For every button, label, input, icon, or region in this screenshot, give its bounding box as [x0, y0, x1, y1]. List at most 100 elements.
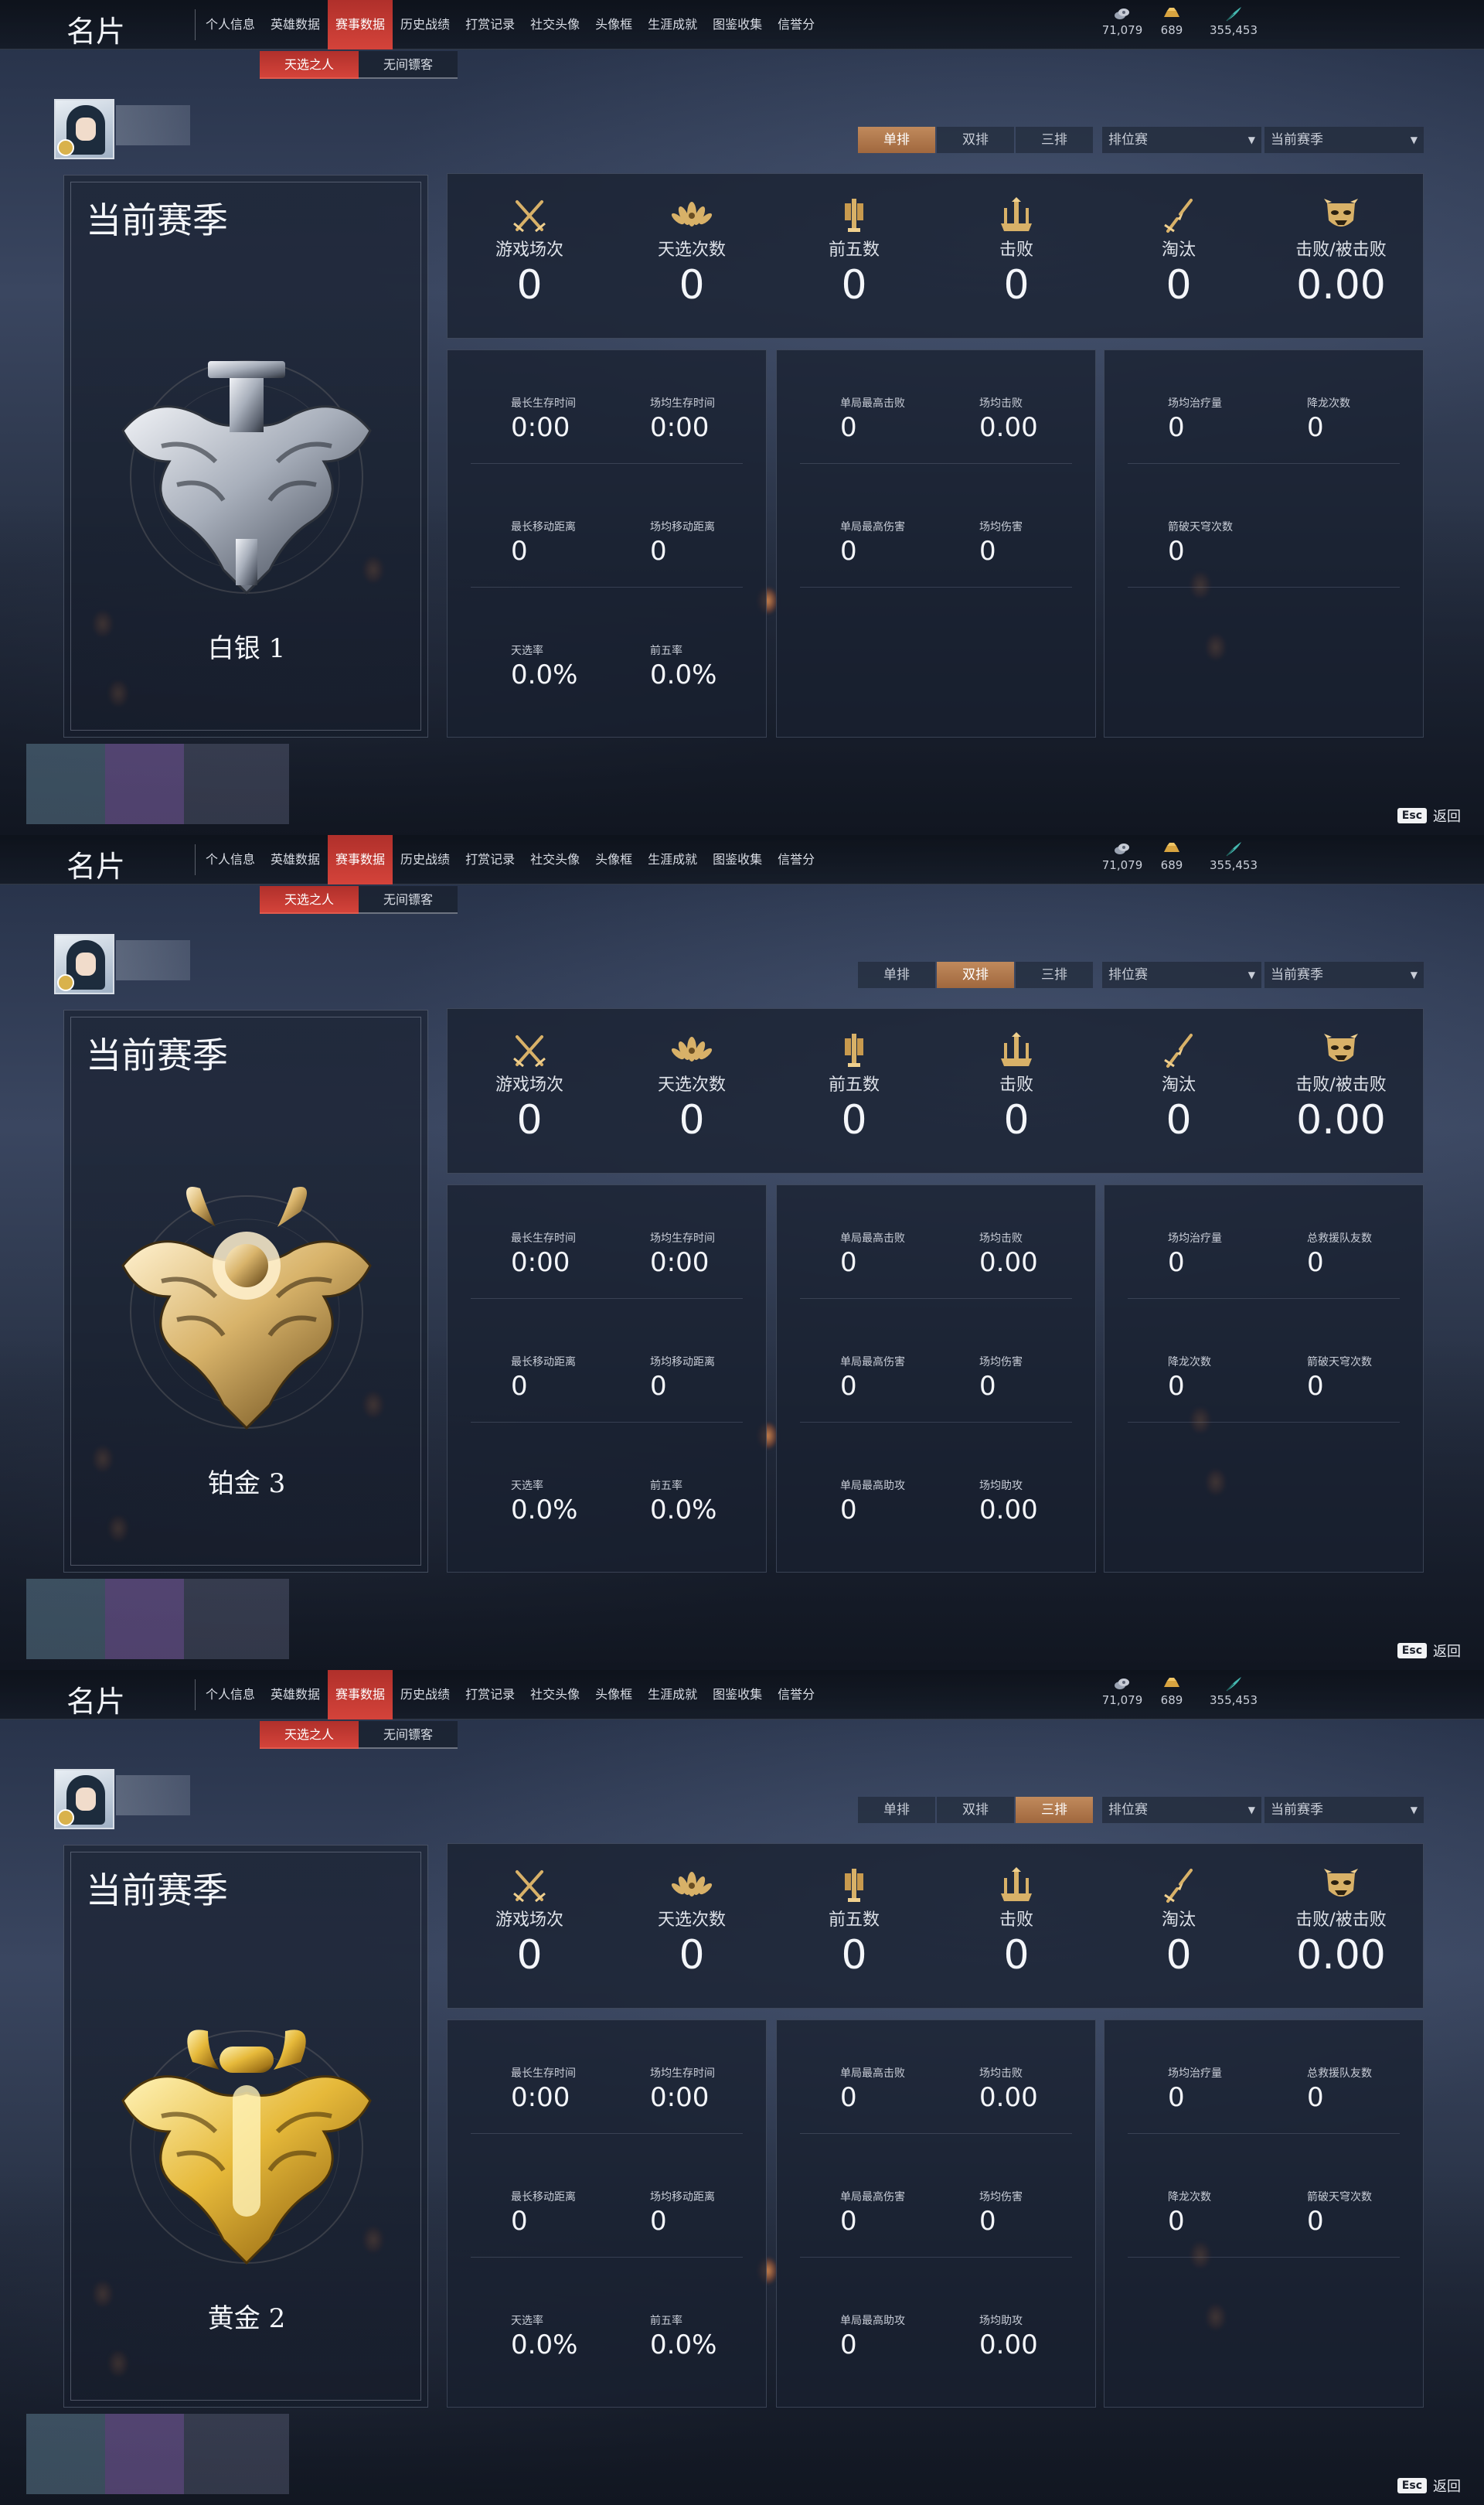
avatar-badge-icon [57, 974, 74, 991]
row-divider [1128, 587, 1400, 588]
detail-stat-value: 0 [1307, 1371, 1324, 1402]
nav-tab[interactable]: 社交头像 [522, 1670, 587, 1719]
nav-tab[interactable]: 信誉分 [770, 835, 822, 884]
match-type-select[interactable]: 排位赛 ▼ [1102, 127, 1261, 153]
subtab[interactable]: 无间镖客 [359, 1721, 458, 1749]
back-button[interactable]: Esc 返回 [1397, 2476, 1461, 2496]
detail-stat-value: 0.00 [979, 412, 1038, 443]
nav-tab[interactable]: 打赏记录 [458, 835, 522, 884]
match-type-select[interactable]: 排位赛 ▼ [1102, 962, 1261, 988]
subtab[interactable]: 天选之人 [260, 51, 359, 79]
detail-stat-value: 0:00 [650, 1247, 710, 1278]
nav-tab[interactable]: 赛事数据 [328, 1670, 393, 1719]
summary-stats-panel: 游戏场次 0 天选次数 0 前五数 0 击败 0 淘汰 0 击败/被击败 0.00 [447, 173, 1424, 339]
rank-card: 当前赛季 白银 1 [63, 175, 428, 738]
nav-tab[interactable]: 社交头像 [522, 835, 587, 884]
nav-tab[interactable]: 历史战绩 [393, 0, 458, 49]
nav-tab[interactable]: 赛事数据 [328, 835, 393, 884]
nav-tab[interactable]: 生涯成就 [640, 1670, 705, 1719]
currency-feather-quill: 355,453 [1204, 1676, 1263, 1707]
nav-tab[interactable]: 打赏记录 [458, 0, 522, 49]
season-select[interactable]: 当前赛季 ▼ [1264, 127, 1424, 153]
nav-tab[interactable]: 赛事数据 [328, 0, 393, 49]
nav-tab[interactable]: 历史战绩 [393, 835, 458, 884]
mode-option[interactable]: 单排 [858, 127, 935, 153]
subtab[interactable]: 无间镖客 [359, 51, 458, 79]
detail-stat-value: 0 [840, 1247, 857, 1278]
row-divider [800, 1422, 1072, 1423]
detail-stat-value: 0:00 [511, 1247, 570, 1278]
nav-tab[interactable]: 英雄数据 [263, 835, 328, 884]
team-mode-toggle: 单排 双排 三排 [858, 962, 1094, 988]
season-select[interactable]: 当前赛季 ▼ [1264, 1797, 1424, 1823]
detail-stat: 最长移动距离 0 [511, 519, 576, 567]
detail-stat-value: 0 [840, 412, 857, 443]
back-button[interactable]: Esc 返回 [1397, 806, 1461, 826]
nav-tab[interactable]: 历史战绩 [393, 1670, 458, 1719]
detail-stat-value: 0 [1168, 412, 1185, 443]
nav-tab[interactable]: 个人信息 [198, 0, 263, 49]
detail-stat: 前五率 0.0% [650, 2312, 716, 2360]
nav-tab[interactable]: 头像框 [587, 835, 640, 884]
subtab[interactable]: 天选之人 [260, 886, 359, 914]
mode-option[interactable]: 三排 [1016, 127, 1093, 153]
detail-stat: 场均治疗量 0 [1168, 395, 1222, 443]
nav-tab[interactable]: 信誉分 [770, 0, 822, 49]
detail-stat-label: 场均移动距离 [650, 1356, 715, 1368]
nav-tab[interactable]: 图鉴收集 [705, 1670, 770, 1719]
detail-stat: 单局最高伤害 0 [840, 1354, 905, 1402]
rank-card: 当前赛季 铂金 3 [63, 1010, 428, 1573]
avatar[interactable] [54, 99, 114, 159]
sword-banner-icon [832, 1867, 876, 1904]
match-type-select[interactable]: 排位赛 ▼ [1102, 1797, 1261, 1823]
coin-stack-icon [1113, 6, 1132, 22]
nav-tab[interactable]: 生涯成就 [640, 0, 705, 49]
currency-value: 71,079 [1101, 858, 1143, 872]
detail-stat: 天选率 0.0% [511, 1477, 577, 1525]
mode-option[interactable]: 单排 [858, 1797, 935, 1823]
nav-tab[interactable]: 个人信息 [198, 1670, 263, 1719]
nav-tab[interactable]: 打赏记录 [458, 1670, 522, 1719]
mode-option[interactable]: 单排 [858, 962, 935, 988]
back-button[interactable]: Esc 返回 [1397, 1641, 1461, 1661]
mode-option[interactable]: 双排 [937, 962, 1014, 988]
nav-tab[interactable]: 社交头像 [522, 0, 587, 49]
detail-stat-label: 单局最高击败 [840, 2067, 905, 2080]
redacted-info [26, 2414, 289, 2494]
nav-tab[interactable]: 信誉分 [770, 1670, 822, 1719]
esc-key: Esc [1397, 1643, 1427, 1658]
mode-option[interactable]: 三排 [1016, 1797, 1093, 1823]
currency-value: 355,453 [1209, 858, 1258, 872]
main-nav: 个人信息 英雄数据 赛事数据 历史战绩 打赏记录 社交头像 头像框 生涯成就 图鉴收集 信誉分 [198, 1670, 822, 1719]
subtab[interactable]: 天选之人 [260, 1721, 359, 1749]
season-label: 当前赛季 [86, 1034, 228, 1076]
nav-tab[interactable]: 生涯成就 [640, 835, 705, 884]
summary-stat-value: 0 [1003, 1097, 1030, 1143]
summary-stat: 击败 0 [939, 197, 1094, 308]
dropdown-caret-icon: ▼ [1247, 970, 1255, 980]
avatar[interactable] [54, 1769, 114, 1829]
currency-value: 689 [1160, 1693, 1183, 1707]
team-mode-toggle: 单排 双排 三排 [858, 127, 1094, 153]
nav-tab[interactable]: 图鉴收集 [705, 835, 770, 884]
mode-option[interactable]: 三排 [1016, 962, 1093, 988]
detail-stat: 降龙次数 0 [1168, 1354, 1211, 1402]
dropdown-caret-icon: ▼ [1410, 135, 1418, 145]
nav-tab[interactable]: 个人信息 [198, 835, 263, 884]
summary-stat: 淘汰 0 [1101, 1867, 1256, 1978]
nav-tab[interactable]: 英雄数据 [263, 1670, 328, 1719]
detail-stats-col2: 单局最高击败 0 场均击败 0.00 单局最高伤害 0 场均伤害 0 单局最高助攻 0 场均助攻 0.… [776, 2019, 1096, 2408]
subtab[interactable]: 无间镖客 [359, 886, 458, 914]
nav-tab[interactable]: 头像框 [587, 1670, 640, 1719]
summary-stat: 击败/被击败 0.00 [1264, 197, 1418, 308]
avatar[interactable] [54, 934, 114, 994]
mode-option[interactable]: 双排 [937, 1797, 1014, 1823]
detail-stat: 场均伤害 0 [979, 2189, 1023, 2237]
season-select[interactable]: 当前赛季 ▼ [1264, 962, 1424, 988]
season-value: 当前赛季 [1271, 132, 1323, 148]
nav-tab[interactable]: 头像框 [587, 0, 640, 49]
nav-tab[interactable]: 图鉴收集 [705, 0, 770, 49]
nav-tab[interactable]: 英雄数据 [263, 0, 328, 49]
mode-option[interactable]: 双排 [937, 127, 1014, 153]
summary-stat-label: 击败 [999, 240, 1033, 260]
